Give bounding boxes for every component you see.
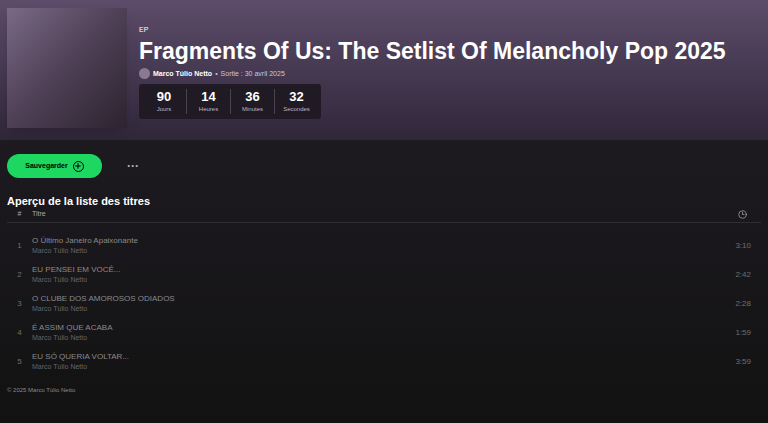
track-title: É ASSIM QUE ACABA — [32, 322, 735, 333]
actions-bar: Sauvegarder ··· — [7, 154, 761, 178]
track-artist: Marco Túlio Netto — [32, 362, 735, 372]
track-info: EU PENSEI EM VOCÊ...Marco Túlio Netto — [32, 264, 735, 285]
tracklist-header: #Titre — [7, 209, 761, 223]
tracklist-heading: Aperçu de la liste des titres — [7, 194, 761, 208]
countdown-unit: Secondes — [283, 105, 310, 114]
album-title: Fragments Of Us: The Setlist Of Melancho… — [139, 37, 726, 65]
track-info: O CLUBE DOS AMOROSOS ODIADOSMarco Túlio … — [32, 293, 735, 314]
album-page: EP Fragments Of Us: The Setlist Of Melanc… — [0, 0, 768, 423]
track-artist: Marco Túlio Netto — [32, 275, 735, 285]
track-artist: Marco Túlio Netto — [32, 304, 735, 314]
track-info: EU SÓ QUERIA VOLTAR...Marco Túlio Netto — [32, 351, 735, 372]
countdown-cell: 32Secondes — [274, 89, 318, 114]
track-row[interactable]: 4É ASSIM QUE ACABAMarco Túlio Netto1:59 — [7, 318, 761, 347]
track-artist: Marco Túlio Netto — [32, 333, 735, 343]
track-title: EU PENSEI EM VOCÊ... — [32, 264, 735, 275]
track-duration: 2:42 — [735, 269, 751, 281]
countdown-value: 14 — [201, 89, 215, 105]
track-number: 1 — [7, 240, 32, 252]
track-number: 5 — [7, 356, 32, 368]
track-title: EU SÓ QUERIA VOLTAR... — [32, 351, 735, 362]
countdown: 90Jours14Heures36Minutes32Secondes — [139, 84, 321, 119]
track-info: O Último Janeiro ApaixonanteMarco Túlio … — [32, 235, 735, 256]
track-info: É ASSIM QUE ACABAMarco Túlio Netto — [32, 322, 735, 343]
track-list: 1O Último Janeiro ApaixonanteMarco Túlio… — [7, 231, 761, 376]
copyright: © 2025 Marco Túlio Netto — [7, 386, 761, 394]
countdown-value: 32 — [289, 89, 303, 105]
clock-icon — [738, 210, 747, 219]
track-duration: 1:59 — [735, 327, 751, 339]
countdown-cell: 90Jours — [142, 89, 186, 114]
track-number: 4 — [7, 327, 32, 339]
track-row[interactable]: 1O Último Janeiro ApaixonanteMarco Túlio… — [7, 231, 761, 260]
track-artist: Marco Túlio Netto — [32, 246, 735, 256]
track-number: 2 — [7, 269, 32, 281]
track-duration: 3:59 — [735, 356, 751, 368]
track-duration: 2:28 — [735, 298, 751, 310]
meta-separator: • — [215, 68, 217, 79]
track-duration: 3:10 — [735, 240, 751, 252]
album-cover — [7, 8, 127, 128]
track-title: O CLUBE DOS AMOROSOS ODIADOS — [32, 293, 735, 304]
plus-icon — [73, 161, 84, 172]
countdown-cell: 36Minutes — [230, 89, 274, 114]
track-number: 3 — [7, 298, 32, 310]
save-button[interactable]: Sauvegarder — [7, 154, 102, 178]
countdown-value: 90 — [157, 89, 171, 105]
save-label: Sauvegarder — [25, 161, 67, 172]
column-number: # — [7, 209, 32, 220]
artist-avatar — [139, 68, 150, 79]
artist-name[interactable]: Marco Túlio Netto — [153, 68, 212, 79]
track-row[interactable]: 5EU SÓ QUERIA VOLTAR...Marco Túlio Netto… — [7, 347, 761, 376]
more-button[interactable]: ··· — [127, 160, 139, 172]
track-row[interactable]: 3O CLUBE DOS AMOROSOS ODIADOSMarco Túlio… — [7, 289, 761, 318]
album-meta: Marco Túlio Netto• Sortie : 30 avril 2025 — [139, 68, 726, 79]
album-type: EP — [139, 25, 726, 35]
content: Sauvegarder ··· Aperçu de la liste des tit… — [0, 140, 768, 423]
album-header: EP Fragments Of Us: The Setlist Of Melanc… — [0, 0, 768, 140]
countdown-unit: Heures — [199, 105, 218, 114]
album-info: EP Fragments Of Us: The Setlist Of Melanc… — [139, 8, 726, 128]
countdown-cell: 14Heures — [186, 89, 230, 114]
track-title: O Último Janeiro Apaixonante — [32, 235, 735, 246]
track-row[interactable]: 2EU PENSEI EM VOCÊ...Marco Túlio Netto2:… — [7, 260, 761, 289]
countdown-unit: Jours — [157, 105, 172, 114]
countdown-value: 36 — [245, 89, 259, 105]
release-date: Sortie : 30 avril 2025 — [221, 68, 285, 79]
column-title: Titre — [32, 209, 738, 220]
countdown-unit: Minutes — [242, 105, 263, 114]
